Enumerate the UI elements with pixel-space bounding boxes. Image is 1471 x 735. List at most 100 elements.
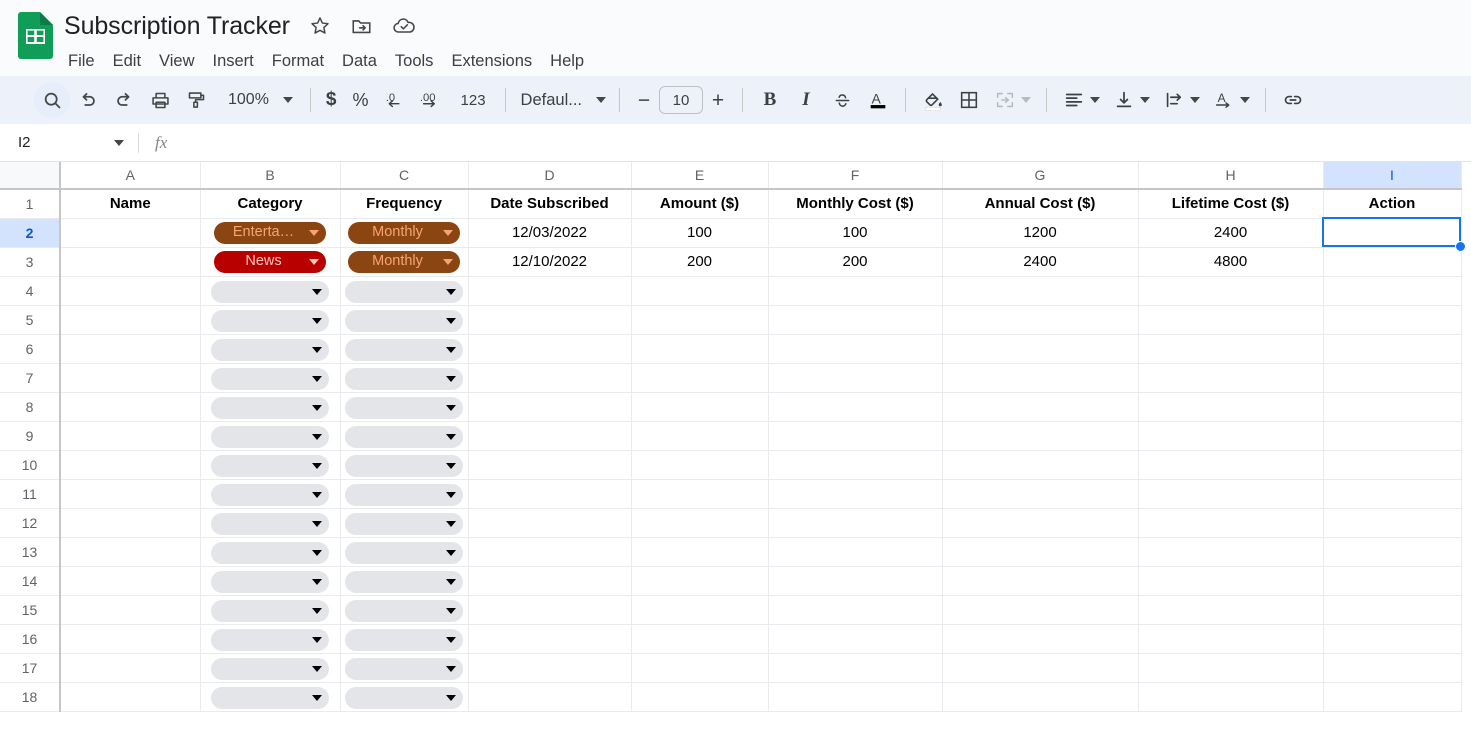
cell-B5[interactable] (200, 305, 340, 334)
cell-G14[interactable] (942, 566, 1138, 595)
dropdown-chip[interactable]: Enterta… (214, 222, 326, 244)
zoom-selector[interactable]: 100% (222, 91, 301, 109)
cell-A17[interactable] (60, 653, 200, 682)
cell-E2[interactable]: 100 (631, 218, 768, 247)
cell-B15[interactable] (200, 595, 340, 624)
cell-D2[interactable]: 12/03/2022 (468, 218, 631, 247)
font-family-selector[interactable]: Defaul... (515, 91, 610, 110)
cell-D4[interactable] (468, 276, 631, 305)
dropdown-chip[interactable] (345, 571, 463, 593)
cell-B8[interactable] (200, 392, 340, 421)
dropdown-chip[interactable] (345, 368, 463, 390)
cell-I2[interactable] (1323, 218, 1461, 247)
cell-H16[interactable] (1138, 624, 1323, 653)
dropdown-chip[interactable] (345, 513, 463, 535)
column-header-a[interactable]: A (60, 162, 200, 189)
header-cell-I1[interactable]: Action (1323, 189, 1461, 218)
column-header-f[interactable]: F (768, 162, 942, 189)
cell-H12[interactable] (1138, 508, 1323, 537)
cell-D15[interactable] (468, 595, 631, 624)
cell-D8[interactable] (468, 392, 631, 421)
cell-H13[interactable] (1138, 537, 1323, 566)
cell-E17[interactable] (631, 653, 768, 682)
cell-A8[interactable] (60, 392, 200, 421)
header-cell-D1[interactable]: Date Subscribed (468, 189, 631, 218)
cell-D11[interactable] (468, 479, 631, 508)
menu-item-extensions[interactable]: Extensions (442, 49, 541, 74)
dropdown-chip[interactable] (211, 368, 329, 390)
menu-item-format[interactable]: Format (263, 49, 333, 74)
cell-A9[interactable] (60, 421, 200, 450)
cell-F2[interactable]: 100 (768, 218, 942, 247)
cell-C13[interactable] (340, 537, 468, 566)
cell-G3[interactable]: 2400 (942, 247, 1138, 276)
cell-I18[interactable] (1323, 682, 1461, 711)
currency-format-button[interactable]: $ (320, 85, 343, 115)
name-box[interactable]: I2 (0, 124, 138, 161)
redo-icon[interactable] (106, 82, 142, 118)
cell-G13[interactable] (942, 537, 1138, 566)
row-header-13[interactable]: 13 (0, 537, 60, 566)
cell-E3[interactable]: 200 (631, 247, 768, 276)
cell-C4[interactable] (340, 276, 468, 305)
cell-I15[interactable] (1323, 595, 1461, 624)
cell-C17[interactable] (340, 653, 468, 682)
row-header-15[interactable]: 15 (0, 595, 60, 624)
cell-G5[interactable] (942, 305, 1138, 334)
bold-button[interactable]: B (752, 82, 788, 118)
search-icon[interactable] (34, 82, 70, 118)
fill-color-icon[interactable] (915, 82, 951, 118)
cell-E14[interactable] (631, 566, 768, 595)
text-rotation-button[interactable]: A (1206, 82, 1256, 118)
cell-F18[interactable] (768, 682, 942, 711)
merge-cells-icon[interactable] (987, 82, 1023, 118)
cell-C18[interactable] (340, 682, 468, 711)
cell-F12[interactable] (768, 508, 942, 537)
header-cell-F1[interactable]: Monthly Cost ($) (768, 189, 942, 218)
cell-G2[interactable]: 1200 (942, 218, 1138, 247)
cell-A5[interactable] (60, 305, 200, 334)
cell-I7[interactable] (1323, 363, 1461, 392)
row-header-9[interactable]: 9 (0, 421, 60, 450)
cell-C3[interactable]: Monthly (340, 247, 468, 276)
cell-B18[interactable] (200, 682, 340, 711)
cell-D6[interactable] (468, 334, 631, 363)
cell-E10[interactable] (631, 450, 768, 479)
dropdown-chip[interactable] (211, 658, 329, 680)
cell-I10[interactable] (1323, 450, 1461, 479)
cell-B16[interactable] (200, 624, 340, 653)
strikethrough-icon[interactable] (824, 82, 860, 118)
header-cell-G1[interactable]: Annual Cost ($) (942, 189, 1138, 218)
cell-B6[interactable] (200, 334, 340, 363)
print-icon[interactable] (142, 82, 178, 118)
header-cell-H1[interactable]: Lifetime Cost ($) (1138, 189, 1323, 218)
menu-item-view[interactable]: View (150, 49, 203, 74)
menu-item-insert[interactable]: Insert (204, 49, 263, 74)
dropdown-chip[interactable] (345, 397, 463, 419)
italic-button[interactable]: I (788, 82, 824, 118)
paint-format-icon[interactable] (178, 82, 214, 118)
cell-D10[interactable] (468, 450, 631, 479)
dropdown-chip[interactable] (345, 687, 463, 709)
cell-B7[interactable] (200, 363, 340, 392)
dropdown-chip[interactable] (345, 310, 463, 332)
dropdown-chip[interactable] (211, 310, 329, 332)
cell-C14[interactable] (340, 566, 468, 595)
dropdown-chip[interactable]: News (214, 251, 326, 273)
cell-C2[interactable]: Monthly (340, 218, 468, 247)
cell-A6[interactable] (60, 334, 200, 363)
cell-G4[interactable] (942, 276, 1138, 305)
borders-icon[interactable] (951, 82, 987, 118)
cell-C15[interactable] (340, 595, 468, 624)
cell-B13[interactable] (200, 537, 340, 566)
row-header-14[interactable]: 14 (0, 566, 60, 595)
row-header-11[interactable]: 11 (0, 479, 60, 508)
cell-I16[interactable] (1323, 624, 1461, 653)
cell-H10[interactable] (1138, 450, 1323, 479)
dropdown-chip[interactable] (211, 426, 329, 448)
header-cell-B1[interactable]: Category (200, 189, 340, 218)
menu-item-tools[interactable]: Tools (386, 49, 443, 74)
row-header-6[interactable]: 6 (0, 334, 60, 363)
cell-E12[interactable] (631, 508, 768, 537)
header-cell-E1[interactable]: Amount ($) (631, 189, 768, 218)
